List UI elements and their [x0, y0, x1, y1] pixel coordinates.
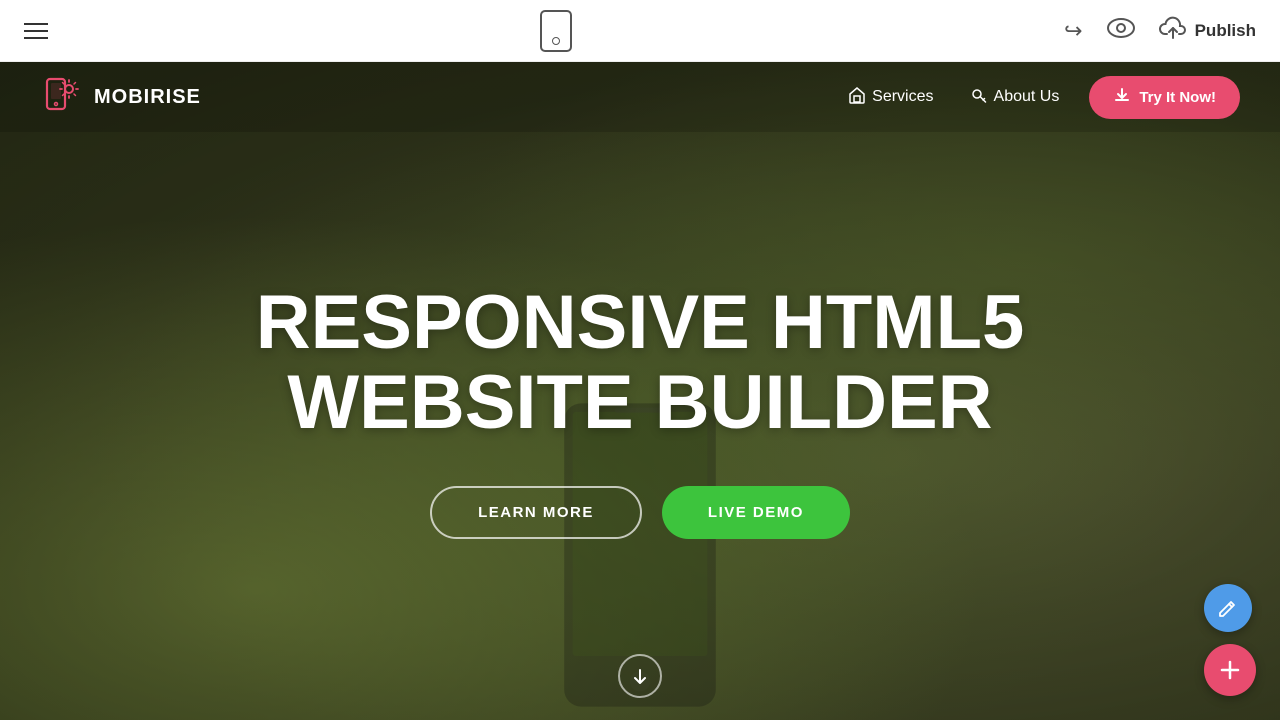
site-nav: MOBIRISE Services	[0, 62, 1280, 132]
edit-fab-button[interactable]	[1204, 584, 1252, 632]
editor-bar: ↩ Publish	[0, 0, 1280, 62]
site-wrapper: MOBIRISE Services	[0, 62, 1280, 720]
about-label: About Us	[994, 88, 1060, 106]
undo-icon[interactable]: ↩	[1064, 18, 1082, 44]
learn-more-button[interactable]: LEARN MORE	[430, 486, 642, 539]
editor-bar-left	[24, 23, 48, 39]
hero-title: RESPONSIVE HTML5 WEBSITE BUILDER	[256, 283, 1025, 443]
download-icon	[1113, 86, 1131, 109]
publish-label: Publish	[1195, 21, 1256, 41]
hamburger-icon[interactable]	[24, 23, 48, 39]
hero-content: RESPONSIVE HTML5 WEBSITE BUILDER LEARN M…	[256, 283, 1025, 540]
live-demo-button[interactable]: LIVE DEMO	[662, 486, 850, 539]
mobile-preview-icon[interactable]	[540, 10, 572, 52]
home-icon	[848, 86, 866, 109]
scroll-down	[618, 654, 662, 698]
hero-buttons: LEARN MORE LIVE DEMO	[256, 486, 1025, 539]
preview-icon[interactable]	[1107, 18, 1135, 44]
services-label: Services	[872, 88, 933, 106]
hero-title-line1: RESPONSIVE HTML5	[256, 280, 1025, 365]
nav-services[interactable]: Services	[834, 80, 947, 115]
editor-bar-center	[540, 10, 572, 52]
publish-button[interactable]: Publish	[1159, 16, 1256, 46]
cloud-upload-icon	[1159, 16, 1187, 46]
fab-container	[1204, 584, 1256, 696]
try-label: Try It Now!	[1139, 89, 1216, 106]
add-fab-button[interactable]	[1204, 644, 1256, 696]
scroll-down-button[interactable]	[618, 654, 662, 698]
site-logo[interactable]: MOBIRISE	[40, 75, 201, 119]
key-icon	[970, 86, 988, 109]
editor-bar-right: ↩ Publish	[1064, 16, 1256, 46]
try-now-button[interactable]: Try It Now!	[1089, 76, 1240, 119]
nav-about[interactable]: About Us	[956, 80, 1074, 115]
hero-title-line2: WEBSITE BUILDER	[287, 360, 992, 445]
logo-text: MOBIRISE	[94, 86, 201, 109]
logo-icon	[40, 75, 84, 119]
nav-links: Services About Us	[834, 76, 1240, 119]
hero-section: MOBIRISE Services	[0, 62, 1280, 720]
